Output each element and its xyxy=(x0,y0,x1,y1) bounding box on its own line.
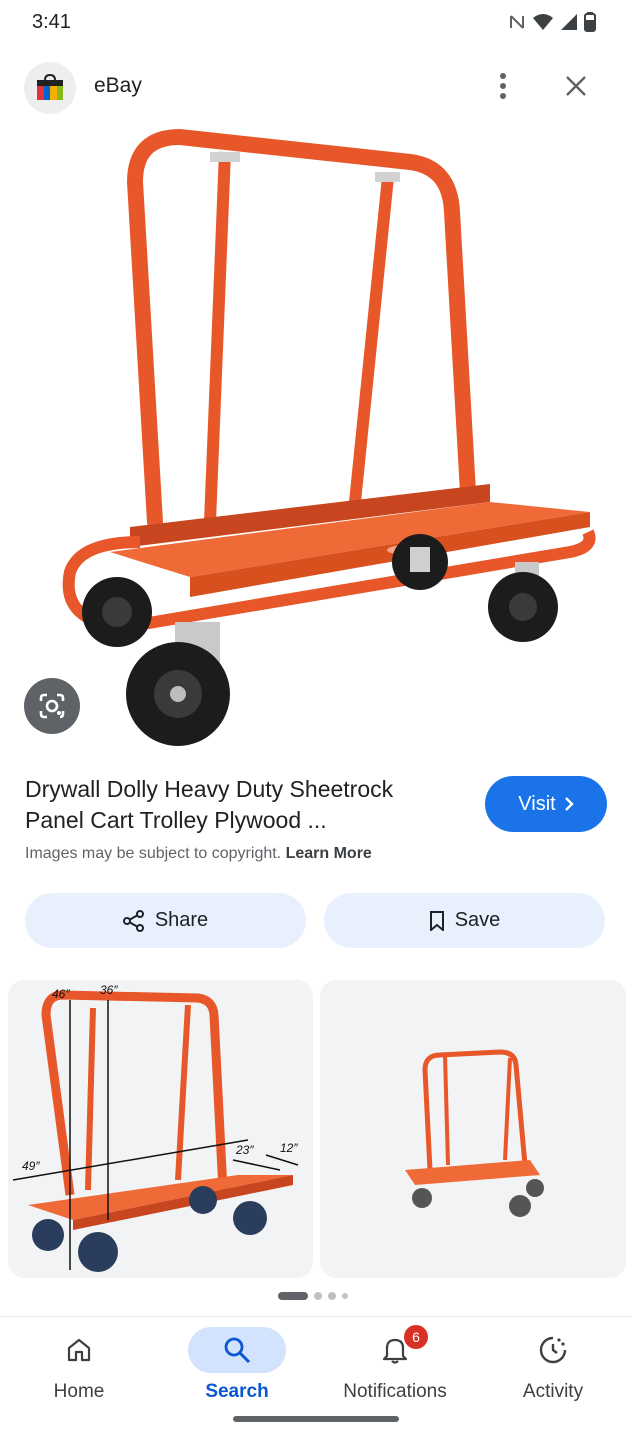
save-label: Save xyxy=(454,909,501,931)
nav-home[interactable]: Home xyxy=(0,1317,158,1417)
nav-notifications-label: Notifications xyxy=(343,1381,447,1402)
nav-notifications[interactable]: 6 Notifications xyxy=(316,1317,474,1417)
nav-activity[interactable]: Activity xyxy=(474,1317,632,1417)
share-button[interactable]: Share xyxy=(25,893,306,948)
nav-home-label: Home xyxy=(53,1381,105,1402)
nav-activity-label: Activity xyxy=(522,1381,584,1402)
notification-badge: 6 xyxy=(404,1325,428,1349)
more-vert-icon[interactable] xyxy=(486,68,520,104)
main-product-image[interactable] xyxy=(0,122,632,762)
header: eBay xyxy=(0,58,632,114)
status-icons xyxy=(508,12,596,32)
signal-icon xyxy=(561,14,577,30)
pager-dot xyxy=(314,1292,322,1300)
result-title[interactable]: Drywall Dolly Heavy Duty Sheetrock Panel… xyxy=(25,774,455,836)
site-name[interactable]: eBay xyxy=(94,74,142,98)
pager-dot xyxy=(328,1292,336,1300)
dimension-12: 12″ xyxy=(280,1141,298,1155)
related-image-1[interactable]: 46″ 36″ 49″ 23″ 12″ xyxy=(8,980,313,1278)
status-time: 3:41 xyxy=(32,11,71,33)
close-icon[interactable] xyxy=(558,68,594,104)
search-icon xyxy=(188,1327,286,1373)
ebay-logo[interactable] xyxy=(24,62,76,114)
copyright-notice: Images may be subject to copyright. Lear… xyxy=(25,845,372,863)
activity-icon xyxy=(504,1327,602,1373)
chevron-right-icon xyxy=(564,797,574,811)
home-icon xyxy=(30,1327,128,1373)
bookmark-icon xyxy=(429,910,444,931)
copyright-text: Images may be subject to copyright. xyxy=(25,845,282,862)
status-bar: 3:41 xyxy=(0,0,632,48)
dimension-36: 36″ xyxy=(100,983,118,997)
learn-more-link[interactable]: Learn More xyxy=(286,845,372,862)
pager-dot xyxy=(342,1293,348,1299)
wifi-icon xyxy=(533,14,553,30)
pager-dot-active xyxy=(278,1292,308,1300)
dimension-49: 49″ xyxy=(22,1159,40,1173)
share-icon xyxy=(122,909,144,932)
related-image-2[interactable] xyxy=(320,980,626,1278)
visit-label: Visit xyxy=(518,792,556,815)
visit-button[interactable]: Visit xyxy=(485,776,607,832)
bell-icon xyxy=(346,1327,444,1373)
dimension-23: 23″ xyxy=(235,1143,254,1157)
nav-search[interactable]: Search xyxy=(158,1317,316,1417)
battery-icon xyxy=(584,12,596,32)
share-label: Share xyxy=(154,909,209,931)
save-button[interactable]: Save xyxy=(324,893,605,948)
nav-search-label: Search xyxy=(205,1381,269,1402)
carousel-pager xyxy=(278,1292,348,1300)
dimension-46: 46″ xyxy=(52,987,70,1001)
gesture-bar[interactable] xyxy=(233,1416,399,1422)
nfc-icon xyxy=(510,15,524,29)
google-lens-icon[interactable] xyxy=(24,678,80,734)
